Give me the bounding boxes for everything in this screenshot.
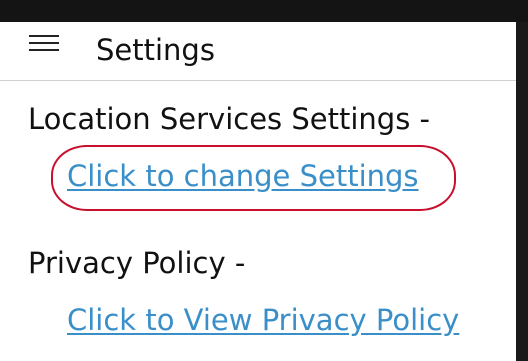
privacy-policy-label: Privacy Policy - (28, 246, 246, 280)
location-services-label: Location Services Settings - (28, 102, 431, 136)
window-edge (516, 22, 528, 361)
app-header: Settings (0, 22, 516, 81)
top-bar (0, 0, 528, 22)
change-settings-link[interactable]: Click to change Settings (67, 156, 419, 196)
settings-screen: Settings Location Services Settings - Cl… (0, 0, 528, 361)
page-title: Settings (96, 33, 215, 67)
hamburger-menu-icon[interactable] (25, 31, 63, 55)
view-privacy-policy-link[interactable]: Click to View Privacy Policy (67, 300, 459, 340)
